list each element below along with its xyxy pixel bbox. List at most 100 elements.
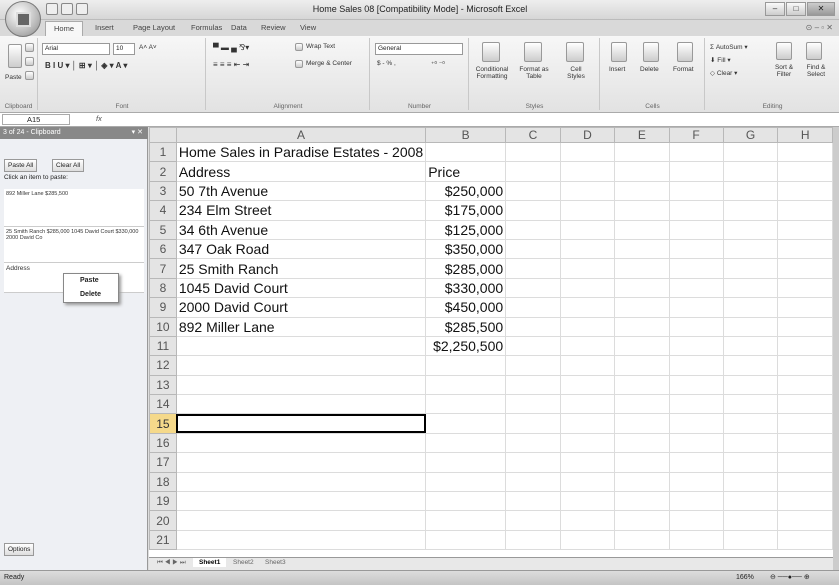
font-size-select[interactable]: 10 (113, 43, 135, 55)
cell-c15[interactable] (505, 413, 561, 434)
cell-e7[interactable] (614, 258, 670, 279)
cell-d10[interactable] (559, 316, 616, 337)
cell-b16[interactable] (425, 432, 507, 454)
cell-e20[interactable] (614, 510, 670, 531)
merge-center-icon[interactable] (295, 60, 303, 68)
cell-h2[interactable] (777, 161, 833, 182)
cell-d4[interactable] (559, 200, 616, 221)
cell-e10[interactable] (614, 316, 670, 337)
cell-h7[interactable] (777, 258, 833, 279)
horizontal-align-buttons[interactable]: ≡ ≡ ≡ ⇤ ⇥ (213, 60, 249, 69)
cell-a10[interactable]: 892 Miller Lane (175, 316, 427, 337)
cell-c7[interactable] (505, 258, 561, 279)
cell-e3[interactable] (614, 180, 670, 202)
cell-styles-button[interactable]: Cell Styles (562, 66, 590, 80)
cell-g6[interactable] (722, 238, 779, 260)
cell-h15[interactable] (777, 413, 833, 434)
cell-c5[interactable] (505, 219, 561, 240)
cell-b7[interactable]: $285,000 (425, 258, 507, 279)
cell-b8[interactable]: $330,000 (425, 277, 507, 299)
cell-d2[interactable] (559, 161, 616, 182)
find-select-icon[interactable] (806, 42, 822, 60)
column-header-g[interactable]: G (722, 127, 779, 143)
cell-b10[interactable]: $285,500 (425, 316, 507, 337)
conditional-formatting-button[interactable]: Conditional Formatting (472, 66, 512, 80)
cell-e1[interactable] (614, 141, 670, 163)
cell-h18[interactable] (777, 471, 833, 493)
cell-c19[interactable] (505, 491, 561, 512)
column-header-d[interactable]: D (559, 127, 616, 143)
bold-italic-underline-buttons[interactable]: B I U ▾ │ ⊞ ▾ │ ◈ ▾ A ▾ (45, 61, 127, 70)
merge-center-button[interactable]: Merge & Center (306, 60, 352, 67)
cell-a21[interactable] (175, 529, 427, 551)
cell-d12[interactable] (559, 355, 616, 376)
cell-styles-icon[interactable] (566, 42, 584, 62)
cell-b14[interactable] (425, 394, 507, 415)
delete-button[interactable]: Delete (640, 66, 659, 73)
clipboard-item[interactable]: 25 Smith Ranch $285,000 1045 David Court… (4, 227, 144, 263)
cell-g15[interactable] (722, 413, 779, 434)
cell-g21[interactable] (722, 529, 779, 551)
row-header[interactable]: 15 (149, 413, 177, 434)
cell-h4[interactable] (777, 200, 833, 221)
tab-insert[interactable]: Insert (95, 23, 114, 32)
cell-d17[interactable] (559, 452, 616, 473)
paste-icon[interactable] (8, 44, 22, 68)
row-header[interactable]: 14 (149, 394, 177, 415)
fx-icon[interactable]: fx (96, 114, 102, 123)
cell-e5[interactable] (614, 219, 670, 240)
cell-e21[interactable] (614, 529, 670, 551)
cell-a5[interactable]: 34 6th Avenue (175, 219, 427, 240)
cell-g17[interactable] (722, 452, 779, 473)
row-header[interactable]: 6 (149, 238, 177, 260)
cell-c14[interactable] (505, 394, 561, 415)
cell-b6[interactable]: $350,000 (425, 238, 507, 260)
cell-h20[interactable] (777, 510, 833, 531)
column-header-c[interactable]: C (505, 127, 561, 143)
cell-d18[interactable] (559, 471, 616, 493)
minimize-button[interactable]: – (765, 2, 785, 16)
close-button[interactable]: ✕ (807, 2, 835, 16)
sheet-tab-3[interactable]: Sheet3 (259, 558, 292, 567)
cell-d14[interactable] (559, 394, 616, 415)
cell-c18[interactable] (505, 471, 561, 493)
tab-page-layout[interactable]: Page Layout (133, 23, 175, 32)
cell-h3[interactable] (777, 180, 833, 202)
sort-filter-button[interactable]: Sort & Filter (770, 64, 798, 78)
cut-icon[interactable] (25, 43, 34, 52)
cell-e19[interactable] (614, 491, 670, 512)
cell-e16[interactable] (614, 432, 670, 454)
cell-h9[interactable] (777, 297, 833, 318)
cell-d19[interactable] (559, 491, 616, 512)
tab-formulas[interactable]: Formulas (191, 23, 222, 32)
format-as-table-button[interactable]: Format as Table (516, 66, 552, 80)
cell-b21[interactable] (425, 529, 507, 551)
row-header[interactable]: 3 (149, 180, 177, 202)
worksheet-grid[interactable]: ABCDEFGH 1 Home Sales in Paradise Estates… (149, 127, 833, 557)
cell-a9[interactable]: 2000 David Court (175, 297, 427, 318)
cell-a1[interactable]: Home Sales in Paradise Estates - 2008 (175, 141, 427, 163)
cell-d21[interactable] (559, 529, 616, 551)
cell-g1[interactable] (722, 141, 779, 163)
cell-f7[interactable] (668, 258, 724, 279)
cell-a3[interactable]: 50 7th Avenue (175, 180, 427, 202)
cell-h21[interactable] (777, 529, 833, 551)
cell-c9[interactable] (505, 297, 561, 318)
cell-d13[interactable] (559, 374, 616, 396)
cell-d11[interactable] (559, 335, 616, 357)
clipboard-item[interactable]: 892 Miller Lane $285,500 (4, 189, 144, 227)
column-header-f[interactable]: F (668, 127, 724, 143)
row-header[interactable]: 8 (149, 277, 177, 299)
fill-button[interactable]: ⬇ Fill ▾ (710, 56, 731, 64)
cell-f20[interactable] (668, 510, 724, 531)
cell-f4[interactable] (668, 200, 724, 221)
cell-g3[interactable] (722, 180, 779, 202)
row-header[interactable]: 16 (149, 432, 177, 454)
cell-h14[interactable] (777, 394, 833, 415)
cell-c16[interactable] (505, 432, 561, 454)
column-header-b[interactable]: B (425, 127, 507, 143)
cell-c17[interactable] (505, 452, 561, 473)
cell-f3[interactable] (668, 180, 724, 202)
cell-h8[interactable] (777, 277, 833, 299)
name-box[interactable]: A15 (2, 114, 70, 125)
